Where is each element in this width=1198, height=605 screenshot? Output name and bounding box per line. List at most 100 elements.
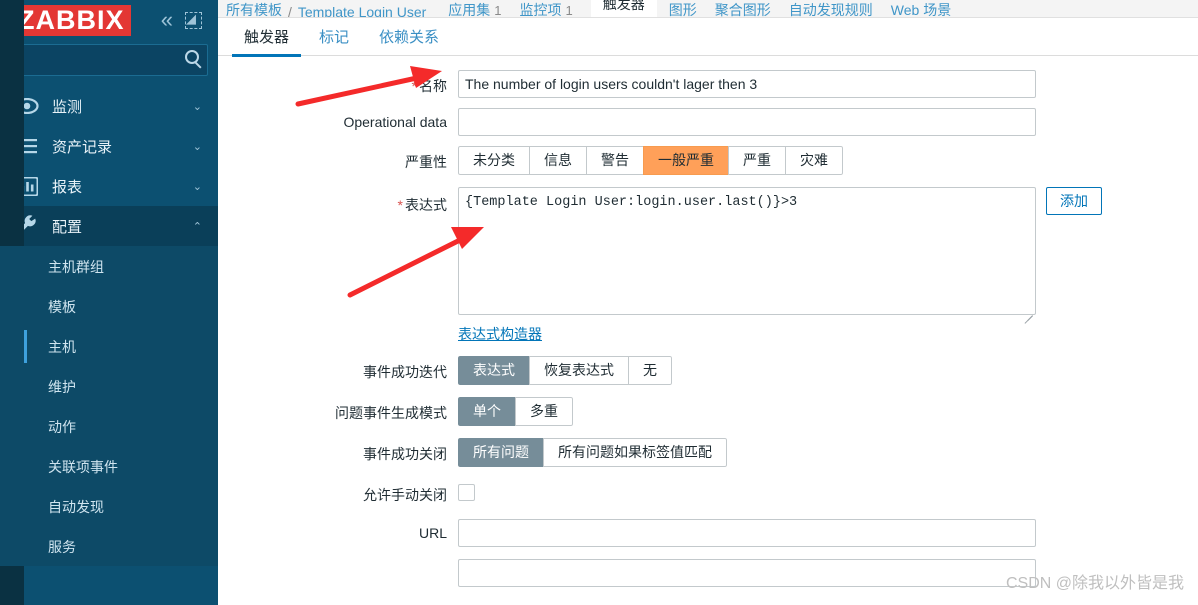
tab-bar: 触发器 标记 依赖关系 xyxy=(218,18,1198,57)
nav-item-screens[interactable]: 聚合图形 xyxy=(714,0,771,18)
sidebar-group-configuration[interactable]: 配置 ⌃ xyxy=(0,206,218,246)
nav-item-label: 应用集 xyxy=(448,2,491,18)
chevron-down-icon: ⌄ xyxy=(192,99,202,113)
form-row-url: URL xyxy=(218,519,1198,547)
sidebar-item-discovery[interactable]: 自动发现 xyxy=(0,486,218,526)
sidebar-item-label: 主机 xyxy=(48,338,76,355)
nav-item-applications[interactable]: 应用集 1 xyxy=(448,0,502,18)
sidebar-group-inventory[interactable]: 资产记录 ⌄ xyxy=(0,126,218,166)
zabbix-trigger-config-page: ZABBIX « ◢ 监测 ⌄ 资产记录 ⌄ 报表 ⌄ 配置 ⌃ 主机群组 模板… xyxy=(0,0,1198,605)
nav-item-label: 触发器 xyxy=(602,0,645,12)
search-input[interactable] xyxy=(11,45,207,75)
url-input[interactable] xyxy=(458,519,1036,547)
sidebar-item-event-correlation[interactable]: 关联项事件 xyxy=(0,446,218,486)
search-box[interactable] xyxy=(10,44,208,76)
nav-item-web-scenarios[interactable]: Web 场景 xyxy=(891,0,951,17)
top-navigation: 所有模板 / Template Login User 应用集 1 监控项 1 触发器… xyxy=(218,0,1198,18)
breadcrumb-current[interactable]: Template Login User xyxy=(298,4,426,17)
form-row-severity: 严重性 未分类 信息 警告 一般严重 严重 灾难 xyxy=(218,146,1198,175)
form-row-allow-manual-close: 允许手动关闭 xyxy=(218,479,1198,505)
sidebar-header-icons: « ◢ xyxy=(161,9,206,31)
nav-item-count: 1 xyxy=(494,3,502,18)
trigger-form: *名称 Operational data 严重性 未分类 信息 警告 一般严重 … xyxy=(218,56,1198,587)
sidebar-group-monitoring[interactable]: 监测 ⌄ xyxy=(0,86,218,126)
description-label-partial xyxy=(218,559,458,565)
nav-item-label: 监控项 xyxy=(519,2,562,18)
event-success-close-label: 事件成功关闭 xyxy=(363,446,447,462)
nav-item-label: 聚合图形 xyxy=(714,2,771,18)
chevron-up-icon: ⌃ xyxy=(192,219,202,233)
close-option-all-problems-if-tag-matches[interactable]: 所有问题如果标签值匹配 xyxy=(543,438,727,467)
close-option-all-problems[interactable]: 所有问题 xyxy=(458,438,543,467)
form-row-event-success-iteration: 事件成功迭代 表达式 恢复表达式 无 xyxy=(218,356,1198,385)
severity-option-warning[interactable]: 警告 xyxy=(586,146,643,175)
generation-mode-option-single[interactable]: 单个 xyxy=(458,397,515,426)
operational-data-label: Operational data xyxy=(343,114,447,130)
chevron-down-icon: ⌄ xyxy=(192,139,202,153)
nav-item-count: 1 xyxy=(565,3,573,18)
url-label: URL xyxy=(418,525,447,541)
event-success-iteration-segmented-control: 表达式 恢复表达式 无 xyxy=(458,356,672,385)
expression-textarea[interactable] xyxy=(458,187,1036,315)
spacer-label xyxy=(218,324,458,330)
sidebar-item-maintenance[interactable]: 维护 xyxy=(0,366,218,406)
severity-option-not-classified[interactable]: 未分类 xyxy=(458,146,529,175)
sidebar-item-services[interactable]: 服务 xyxy=(0,526,218,566)
description-input-partial[interactable] xyxy=(458,559,1036,587)
nav-item-label: 图形 xyxy=(668,2,697,18)
tab-tags[interactable]: 标记 xyxy=(307,18,361,56)
name-label: * 名称 xyxy=(411,78,447,94)
generation-mode-option-multiple[interactable]: 多重 xyxy=(515,397,573,426)
severity-label: 严重性 xyxy=(405,154,447,170)
sidebar-item-label: 主机群组 xyxy=(48,258,104,275)
sidebar-header: ZABBIX « ◢ xyxy=(0,0,218,40)
sidebar-group-reports[interactable]: 报表 ⌄ xyxy=(0,166,218,206)
search-icon xyxy=(185,50,199,64)
expression-constructor-link[interactable]: 表达式构造器 xyxy=(458,324,542,344)
sidebar-search-wrap xyxy=(0,40,218,86)
allow-manual-close-checkbox[interactable] xyxy=(458,484,475,501)
severity-option-average[interactable]: 一般严重 xyxy=(643,146,728,175)
sidebar-item-label: 模板 xyxy=(48,298,76,315)
sidebar-item-host-groups[interactable]: 主机群组 xyxy=(0,246,218,286)
sidebar-item-label: 维护 xyxy=(48,378,76,395)
required-marker: * xyxy=(397,197,403,213)
tab-trigger[interactable]: 触发器 xyxy=(232,18,302,57)
sidebar-item-templates[interactable]: 模板 xyxy=(0,286,218,326)
sidebar-submenu: 主机群组 模板 主机 维护 动作 关联项事件 自动发现 服务 xyxy=(0,0,218,605)
chevron-down-icon: ⌄ xyxy=(192,179,202,193)
add-button[interactable]: 添加 xyxy=(1046,187,1102,215)
breadcrumb-root[interactable]: 所有模板 xyxy=(226,0,282,17)
nav-item-discovery-rules[interactable]: 自动发现规则 xyxy=(789,0,873,17)
sidebar-item-label: 动作 xyxy=(48,418,76,435)
iteration-option-recovery-expression[interactable]: 恢复表达式 xyxy=(529,356,628,385)
sidebar-item-actions[interactable]: 动作 xyxy=(0,406,218,446)
event-success-iteration-label: 事件成功迭代 xyxy=(363,364,447,380)
sidebar: ZABBIX « ◢ 监测 ⌄ 资产记录 ⌄ 报表 ⌄ 配置 ⌃ 主机群组 模板… xyxy=(0,0,218,605)
form-row-event-success-close: 事件成功关闭 所有问题 所有问题如果标签值匹配 xyxy=(218,438,1198,467)
sidebar-item-label: 关联项事件 xyxy=(48,458,118,475)
sidebar-item-label: 自动发现 xyxy=(48,498,104,515)
iteration-option-none[interactable]: 无 xyxy=(628,356,672,385)
name-input[interactable] xyxy=(458,70,1036,98)
allow-manual-close-label: 允许手动关闭 xyxy=(363,487,447,503)
compact-view-icon[interactable]: ◢ xyxy=(185,11,202,29)
sidebar-item-hosts[interactable]: 主机 xyxy=(0,326,218,366)
form-row-operational-data: Operational data xyxy=(218,108,1198,136)
sidebar-item-label: 服务 xyxy=(48,538,76,555)
zabbix-logo[interactable]: ZABBIX xyxy=(12,4,131,36)
tab-label: 依赖关系 xyxy=(379,29,440,46)
severity-option-disaster[interactable]: 灾难 xyxy=(785,146,843,175)
nav-item-items[interactable]: 监控项 1 xyxy=(519,0,573,18)
expression-label: * 表达式 xyxy=(397,197,447,213)
severity-option-information[interactable]: 信息 xyxy=(529,146,586,175)
problem-event-generation-mode-segmented-control: 单个 多重 xyxy=(458,397,573,426)
iteration-option-expression[interactable]: 表达式 xyxy=(458,356,529,385)
tab-dependencies[interactable]: 依赖关系 xyxy=(367,18,451,56)
operational-data-input[interactable] xyxy=(458,108,1036,136)
severity-option-high[interactable]: 严重 xyxy=(728,146,785,175)
chevron-double-left-icon[interactable]: « xyxy=(161,9,173,31)
main-content: 所有模板 / Template Login User 应用集 1 监控项 1 触发器… xyxy=(218,0,1198,605)
nav-item-graphs[interactable]: 图形 xyxy=(668,0,697,18)
nav-item-triggers[interactable]: 触发器 xyxy=(590,0,657,17)
